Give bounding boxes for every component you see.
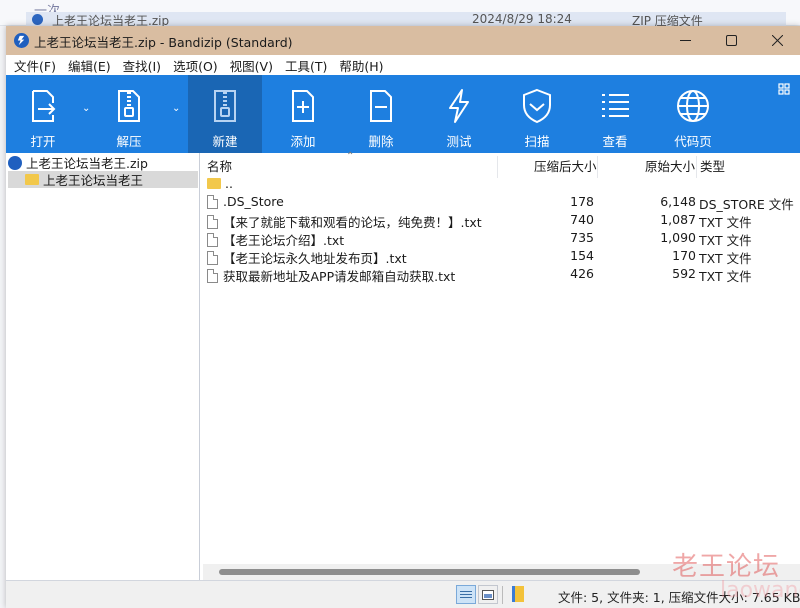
column-header-original[interactable]: 原始大小 — [645, 156, 695, 175]
zip-archive-icon — [8, 155, 22, 170]
file-compressed-size: 735 — [570, 230, 594, 245]
open-dropdown-chevron-icon[interactable]: ⌄ — [82, 103, 90, 114]
close-button[interactable] — [754, 26, 800, 55]
add-file-icon — [292, 90, 314, 122]
file-original-size: 592 — [672, 266, 696, 281]
preview-view-icon — [482, 589, 494, 600]
menu-tools[interactable]: 工具(T) — [279, 56, 333, 75]
menu-options[interactable]: 选项(O) — [167, 56, 224, 75]
folder-up-icon — [207, 178, 221, 189]
file-original-size: 1,090 — [660, 230, 696, 245]
file-name: .DS_Store — [223, 194, 284, 209]
list-header: 名称 ⌃ 压缩后大小 原始大小 类型 — [203, 151, 800, 178]
test-button[interactable]: 测试 — [422, 75, 496, 153]
extract-label: 解压 — [116, 134, 142, 149]
maximize-button[interactable] — [708, 26, 754, 55]
tree-folder-label: 上老王论坛当老王 — [43, 173, 144, 188]
minimize-button[interactable] — [662, 26, 708, 55]
title-bar[interactable]: 上老王论坛当老王.zip - Bandizip (Standard) — [6, 26, 800, 55]
delete-button[interactable]: 删除 — [344, 75, 418, 153]
delete-file-icon — [370, 90, 392, 122]
background-zip-icon — [32, 14, 43, 25]
menu-view[interactable]: 视图(V) — [224, 56, 279, 75]
background-explorer-strip: 一次 上老王论坛当老王.zip 2024/8/29 18:24 ZIP 压缩文件 — [0, 0, 800, 28]
file-name: 获取最新地址及APP请发邮箱自动获取.txt — [223, 269, 456, 284]
file-original-size: 1,087 — [660, 212, 696, 227]
list-item[interactable]: 获取最新地址及APP请发邮箱自动获取.txt 426 592 TXT 文件 — [203, 265, 800, 284]
shield-icon — [523, 88, 551, 124]
document-icon — [207, 194, 218, 209]
sort-ascending-icon: ⌃ — [346, 151, 355, 162]
tree-root-archive[interactable]: 上老王论坛当老王.zip — [8, 154, 148, 171]
bandizip-window: 上老王论坛当老王.zip - Bandizip (Standard) 文件(F)… — [6, 26, 800, 608]
document-icon — [207, 268, 218, 283]
view-button[interactable]: 查看 — [578, 75, 652, 153]
delete-label: 删除 — [368, 134, 394, 149]
folder-tree: 上老王论坛当老王.zip 上老王论坛当老王 — [6, 153, 200, 580]
open-icon — [32, 90, 56, 122]
file-compressed-size: 178 — [570, 194, 594, 209]
background-file-row: 上老王论坛当老王.zip 2024/8/29 18:24 ZIP 压缩文件 — [26, 12, 786, 28]
tree-folder-item[interactable]: 上老王论坛当老王 — [8, 171, 198, 188]
file-list: 名称 ⌃ 压缩后大小 原始大小 类型 .. .DS_Store 178 6,14… — [203, 151, 800, 580]
scan-label: 扫描 — [524, 134, 550, 149]
scan-button[interactable]: 扫描 — [500, 75, 574, 153]
document-icon — [207, 214, 218, 229]
list-view-icon — [602, 94, 629, 117]
lightning-icon — [449, 89, 469, 123]
bandizip-app-icon — [14, 33, 29, 48]
codepage-label: 代码页 — [674, 134, 712, 149]
list-item-parent[interactable]: .. — [203, 175, 800, 193]
file-original-size: 170 — [672, 248, 696, 263]
list-item[interactable]: 【老王论坛介绍】.txt 735 1,090 TXT 文件 — [203, 229, 800, 248]
list-item[interactable]: 【老王论坛永久地址发布页】.txt 154 170 TXT 文件 — [203, 247, 800, 266]
list-item[interactable]: 【来了就能下载和观看的论坛，纯免费！】.txt 740 1,087 TXT 文件 — [203, 211, 800, 230]
extract-button[interactable]: 解压 — [92, 75, 166, 153]
new-button[interactable]: 新建 — [188, 75, 262, 153]
file-original-size: 6,148 — [660, 194, 696, 209]
open-label: 打开 — [30, 134, 56, 149]
details-view-toggle[interactable] — [456, 585, 476, 604]
document-icon — [207, 250, 218, 265]
background-file-date: 2024/8/29 18:24 — [472, 12, 572, 26]
details-view-icon — [460, 590, 472, 598]
toolbar: 打开 ⌄ 解压 ⌄ 新建 添加 删除 测试 扫描 查看 代码页 — [6, 75, 800, 153]
file-type: TXT 文件 — [699, 269, 752, 284]
document-icon — [207, 232, 218, 247]
menu-edit[interactable]: 编辑(E) — [62, 56, 117, 75]
new-archive-icon — [214, 90, 236, 122]
file-compressed-size: 426 — [570, 266, 594, 281]
codepage-button[interactable]: 代码页 — [656, 75, 730, 153]
menu-bar: 文件(F) 编辑(E) 查找(I) 选项(O) 视图(V) 工具(T) 帮助(H… — [6, 55, 800, 75]
globe-icon — [677, 90, 709, 122]
view-label: 查看 — [602, 134, 628, 149]
watermark-url: laowang.vip — [720, 578, 800, 603]
column-header-name[interactable]: 名称 — [207, 156, 232, 175]
file-name: .. — [225, 176, 233, 191]
menu-file[interactable]: 文件(F) — [8, 56, 62, 75]
add-button[interactable]: 添加 — [266, 75, 340, 153]
preview-view-toggle[interactable] — [478, 585, 498, 604]
status-divider — [502, 586, 503, 604]
archive-info-icon[interactable] — [512, 586, 524, 602]
new-label: 新建 — [212, 134, 238, 149]
list-item[interactable]: .DS_Store 178 6,148 DS_STORE 文件 — [203, 193, 800, 212]
column-header-compressed[interactable]: 压缩后大小 — [534, 156, 597, 175]
layout-grid-icon[interactable] — [778, 83, 790, 95]
zipper-icon — [118, 90, 140, 122]
open-button[interactable]: 打开 — [6, 75, 80, 153]
window-title: 上老王论坛当老王.zip - Bandizip (Standard) — [34, 35, 293, 50]
file-compressed-size: 154 — [570, 248, 594, 263]
test-label: 测试 — [446, 134, 472, 149]
column-header-type[interactable]: 类型 — [700, 156, 725, 175]
menu-help[interactable]: 帮助(H) — [333, 56, 389, 75]
menu-find[interactable]: 查找(I) — [117, 56, 167, 75]
scrollbar-thumb[interactable] — [219, 569, 640, 575]
folder-icon — [25, 174, 39, 185]
status-bar: 文件: 5, 文件夹: 1, 压缩文件大小: 7.65 KB — [6, 580, 800, 608]
add-label: 添加 — [290, 134, 316, 149]
file-compressed-size: 740 — [570, 212, 594, 227]
extract-dropdown-chevron-icon[interactable]: ⌄ — [172, 103, 180, 114]
